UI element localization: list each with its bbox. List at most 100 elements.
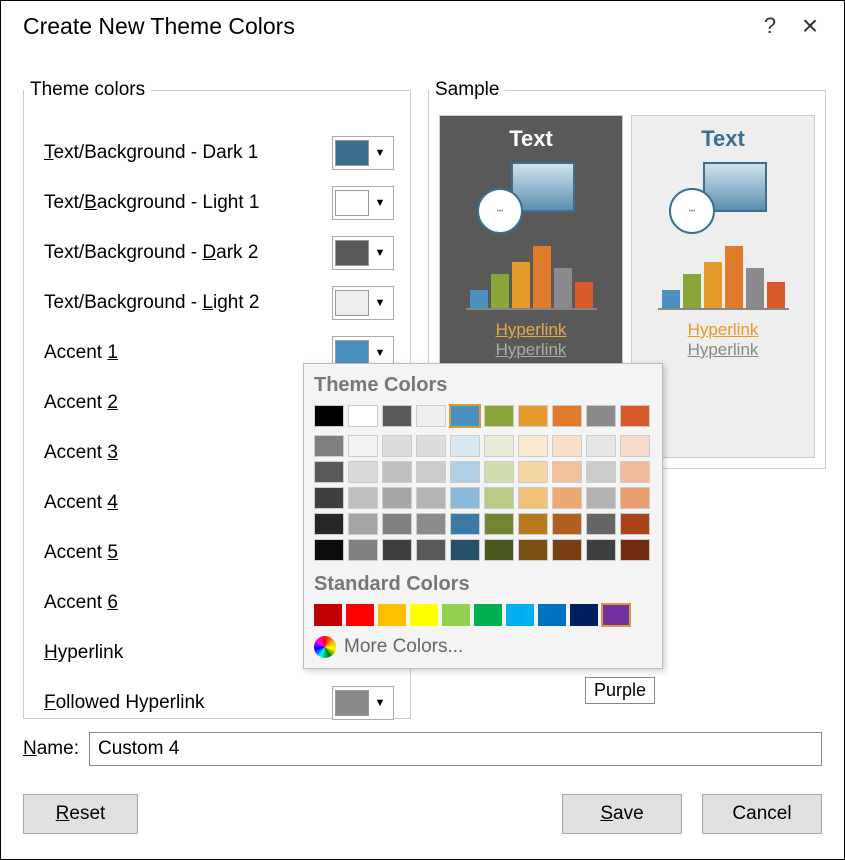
standard-color-swatch[interactable] (602, 604, 630, 626)
dialog-title: Create New Theme Colors (23, 13, 750, 40)
theme-shade-swatch[interactable] (450, 487, 480, 509)
standard-color-swatch[interactable] (538, 604, 566, 626)
standard-color-swatch[interactable] (570, 604, 598, 626)
color-swatch (335, 240, 369, 266)
theme-color-swatch[interactable] (620, 405, 650, 427)
theme-shade-swatch[interactable] (314, 539, 344, 561)
theme-shade-swatch[interactable] (348, 461, 378, 483)
theme-shade-swatch[interactable] (416, 539, 446, 561)
standard-color-swatch[interactable] (314, 604, 342, 626)
sample-bars (466, 240, 597, 310)
theme-color-swatch[interactable] (552, 405, 582, 427)
theme-shade-swatch[interactable] (552, 513, 582, 535)
theme-shade-swatch[interactable] (552, 539, 582, 561)
theme-shade-swatch[interactable] (620, 539, 650, 561)
theme-color-swatch[interactable] (416, 405, 446, 427)
standard-color-swatch[interactable] (378, 604, 406, 626)
theme-shade-swatch[interactable] (586, 435, 616, 457)
color-slot-row: Text/Background - Light 1▼ (44, 183, 394, 223)
theme-color-swatch[interactable] (518, 405, 548, 427)
standard-color-swatch[interactable] (410, 604, 438, 626)
theme-shade-swatch[interactable] (620, 513, 650, 535)
theme-shade-swatch[interactable] (314, 435, 344, 457)
theme-shade-swatch[interactable] (416, 435, 446, 457)
theme-shade-swatch[interactable] (314, 461, 344, 483)
theme-shade-swatch[interactable] (518, 539, 548, 561)
color-slot-label: Followed Hyperlink (44, 692, 332, 714)
theme-shade-swatch[interactable] (348, 435, 378, 457)
theme-shade-swatch[interactable] (382, 513, 412, 535)
theme-shade-swatch[interactable] (382, 487, 412, 509)
theme-shade-swatch[interactable] (484, 461, 514, 483)
theme-color-swatch[interactable] (484, 405, 514, 427)
theme-color-swatch[interactable] (382, 405, 412, 427)
theme-shade-swatch[interactable] (620, 461, 650, 483)
chevron-down-icon: ▼ (369, 147, 391, 159)
theme-shade-swatch[interactable] (450, 513, 480, 535)
theme-shade-swatch[interactable] (620, 435, 650, 457)
theme-color-swatch[interactable] (314, 405, 344, 427)
theme-color-swatch[interactable] (348, 405, 378, 427)
color-swatch-dropdown[interactable]: ▼ (332, 186, 394, 220)
theme-shade-swatch[interactable] (552, 487, 582, 509)
theme-shade-swatch[interactable] (382, 461, 412, 483)
theme-shade-swatch[interactable] (620, 487, 650, 509)
color-swatch-dropdown[interactable]: ▼ (332, 686, 394, 720)
theme-shade-swatch[interactable] (518, 487, 548, 509)
theme-shade-swatch[interactable] (484, 539, 514, 561)
theme-shade-swatch[interactable] (382, 539, 412, 561)
theme-shade-swatch[interactable] (416, 487, 446, 509)
theme-shade-swatch[interactable] (314, 487, 344, 509)
color-wheel-icon (314, 636, 336, 658)
reset-button[interactable]: Reset (23, 794, 138, 834)
name-row: Name: (23, 732, 822, 766)
theme-shade-swatch[interactable] (552, 435, 582, 457)
cancel-button[interactable]: Cancel (702, 794, 822, 834)
theme-shade-swatch[interactable] (348, 513, 378, 535)
theme-color-swatch[interactable] (450, 405, 480, 427)
theme-color-swatch[interactable] (586, 405, 616, 427)
theme-shade-swatch[interactable] (484, 487, 514, 509)
theme-shade-swatch[interactable] (382, 435, 412, 457)
theme-shade-swatch[interactable] (416, 461, 446, 483)
theme-shade-swatch[interactable] (450, 461, 480, 483)
standard-color-swatch[interactable] (474, 604, 502, 626)
color-swatch-dropdown[interactable]: ▼ (332, 286, 394, 320)
theme-shade-swatch[interactable] (586, 513, 616, 535)
more-colors-button[interactable]: More Colors... (314, 636, 652, 658)
theme-shade-swatch[interactable] (586, 487, 616, 509)
theme-top-row (314, 405, 652, 427)
color-slot-label: Text/Background - Light 2 (44, 292, 332, 314)
color-swatch (335, 190, 369, 216)
standard-colors-heading: Standard Colors (314, 573, 652, 596)
color-swatch-dropdown[interactable]: ▼ (332, 236, 394, 270)
sample-text-label: Text (701, 126, 745, 152)
theme-shade-swatch[interactable] (416, 513, 446, 535)
standard-color-swatch[interactable] (346, 604, 374, 626)
name-input[interactable] (89, 732, 822, 766)
theme-shade-swatch[interactable] (586, 539, 616, 561)
color-swatch-dropdown[interactable]: ▼ (332, 136, 394, 170)
color-slot-label: Text/Background - Dark 2 (44, 242, 332, 264)
theme-shade-swatch[interactable] (518, 461, 548, 483)
theme-shade-swatch[interactable] (348, 539, 378, 561)
theme-shade-swatch[interactable] (450, 539, 480, 561)
standard-color-swatch[interactable] (442, 604, 470, 626)
theme-shade-swatch[interactable] (450, 435, 480, 457)
theme-shade-grid (314, 435, 652, 561)
theme-shade-swatch[interactable] (552, 461, 582, 483)
theme-shade-swatch[interactable] (314, 513, 344, 535)
help-icon[interactable]: ? (750, 11, 790, 41)
standard-color-swatch[interactable] (506, 604, 534, 626)
theme-shade-swatch[interactable] (518, 435, 548, 457)
theme-shade-swatch[interactable] (348, 487, 378, 509)
theme-shade-swatch[interactable] (586, 461, 616, 483)
theme-shade-swatch[interactable] (518, 513, 548, 535)
close-icon[interactable]: × (790, 11, 830, 41)
color-slot-row: Text/Background - Dark 2▼ (44, 233, 394, 273)
save-button[interactable]: Save (562, 794, 682, 834)
sample-followed-hyperlink: Hyperlink (496, 340, 567, 360)
theme-shade-swatch[interactable] (484, 435, 514, 457)
theme-shade-swatch[interactable] (484, 513, 514, 535)
color-tooltip: Purple (585, 677, 655, 704)
